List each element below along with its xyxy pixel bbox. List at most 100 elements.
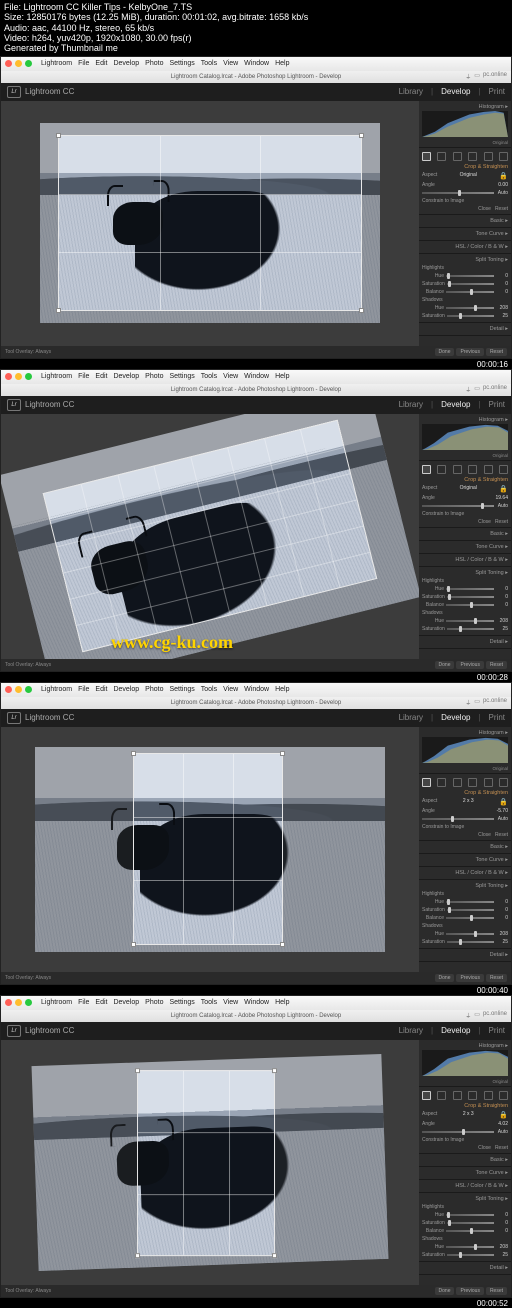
- previous-button[interactable]: Previous: [456, 348, 483, 356]
- constrain-label[interactable]: Constrain to Image: [422, 1137, 464, 1143]
- crop-reset[interactable]: Reset: [495, 832, 508, 838]
- radial-tool-icon[interactable]: [484, 465, 493, 474]
- menu-view[interactable]: View: [223, 686, 238, 693]
- redeye-tool-icon[interactable]: [453, 1091, 462, 1100]
- crop-reset[interactable]: Reset: [495, 206, 508, 212]
- close-window-button[interactable]: [5, 60, 12, 67]
- menu-photo[interactable]: Photo: [145, 60, 163, 67]
- previous-button[interactable]: Previous: [456, 974, 483, 982]
- brush-tool-icon[interactable]: [499, 152, 508, 161]
- menu-edit[interactable]: Edit: [95, 373, 107, 380]
- redeye-tool-icon[interactable]: [453, 778, 462, 787]
- module-develop[interactable]: Develop: [441, 1026, 470, 1035]
- original-link[interactable]: Original: [422, 452, 508, 458]
- crop-tool-icon[interactable]: [422, 465, 431, 474]
- bs[interactable]: [446, 917, 494, 919]
- ss[interactable]: [447, 909, 494, 911]
- menu-tools[interactable]: Tools: [201, 999, 217, 1006]
- menu-develop[interactable]: Develop: [113, 999, 139, 1006]
- module-library[interactable]: Library: [399, 713, 423, 722]
- spot-tool-icon[interactable]: [437, 465, 446, 474]
- menu-lightroom[interactable]: Lightroom: [41, 60, 72, 67]
- menu-settings[interactable]: Settings: [169, 60, 194, 67]
- crop-tool-icon[interactable]: [422, 1091, 431, 1100]
- original-link[interactable]: Original: [422, 1078, 508, 1084]
- close-window-button[interactable]: [5, 686, 12, 693]
- auto-straighten[interactable]: Auto: [496, 1129, 508, 1135]
- ss2[interactable]: [447, 941, 494, 943]
- menu-view[interactable]: View: [223, 60, 238, 67]
- splittoning-header[interactable]: Split Toning ▸: [422, 569, 508, 577]
- auto-straighten[interactable]: Auto: [496, 503, 508, 509]
- constrain-label[interactable]: Constrain to Image: [422, 198, 464, 204]
- menu-edit[interactable]: Edit: [95, 999, 107, 1006]
- brush-tool-icon[interactable]: [499, 1091, 508, 1100]
- crop-overlay[interactable]: [58, 135, 362, 311]
- hs2[interactable]: [446, 1246, 494, 1248]
- histogram-header[interactable]: Histogram ▸: [422, 416, 508, 424]
- tool-overlay-value[interactable]: Always: [35, 349, 51, 355]
- aspect-value[interactable]: 2 x 3: [463, 1111, 474, 1119]
- histogram-header[interactable]: Histogram ▸: [422, 103, 508, 111]
- menu-tools[interactable]: Tools: [201, 60, 217, 67]
- menu-develop[interactable]: Develop: [113, 686, 139, 693]
- detail-header[interactable]: Detail ▸: [422, 325, 508, 333]
- hsl-header[interactable]: HSL / Color / B & W ▸: [422, 869, 508, 877]
- canvas-area[interactable]: [1, 1040, 419, 1285]
- crop-overlay[interactable]: [133, 753, 283, 945]
- menu-window[interactable]: Window: [244, 60, 269, 67]
- crop-overlay[interactable]: [137, 1070, 275, 1256]
- tonecurve-header[interactable]: Tone Curve ▸: [422, 543, 508, 551]
- histogram-header[interactable]: Histogram ▸: [422, 729, 508, 737]
- reset-button[interactable]: Reset: [486, 1287, 507, 1295]
- angle-slider[interactable]: [422, 1131, 494, 1133]
- crop-close[interactable]: Close: [478, 519, 491, 525]
- menu-help[interactable]: Help: [275, 999, 289, 1006]
- constrain-label[interactable]: Constrain to Image: [422, 824, 464, 830]
- brush-tool-icon[interactable]: [499, 465, 508, 474]
- aspect-lock-icon[interactable]: 🔒: [499, 172, 508, 180]
- radial-tool-icon[interactable]: [484, 778, 493, 787]
- h2-slider[interactable]: [446, 620, 494, 622]
- reset-button[interactable]: Reset: [486, 661, 507, 669]
- menu-settings[interactable]: Settings: [169, 999, 194, 1006]
- gradient-tool-icon[interactable]: [468, 778, 477, 787]
- module-library[interactable]: Library: [399, 87, 423, 96]
- h-slider[interactable]: [446, 588, 494, 590]
- sat2-slider[interactable]: [447, 315, 494, 317]
- menu-view[interactable]: View: [223, 373, 238, 380]
- angle-slider[interactable]: [422, 818, 494, 820]
- spot-tool-icon[interactable]: [437, 778, 446, 787]
- s-slider[interactable]: [447, 596, 494, 598]
- canvas-area[interactable]: [1, 101, 419, 346]
- minimize-window-button[interactable]: [15, 999, 22, 1006]
- close-window-button[interactable]: [5, 999, 12, 1006]
- close-window-button[interactable]: [5, 373, 12, 380]
- done-button[interactable]: Done: [435, 348, 455, 356]
- crop-close[interactable]: Close: [478, 1145, 491, 1151]
- hue-slider[interactable]: [446, 275, 494, 277]
- basic-header[interactable]: Basic ▸: [422, 530, 508, 538]
- minimize-window-button[interactable]: [15, 60, 22, 67]
- menu-window[interactable]: Window: [244, 373, 269, 380]
- menu-develop[interactable]: Develop: [113, 60, 139, 67]
- zoom-window-button[interactable]: [25, 999, 32, 1006]
- zoom-window-button[interactable]: [25, 60, 32, 67]
- angle-value[interactable]: -5.70: [497, 808, 508, 814]
- module-library[interactable]: Library: [399, 400, 423, 409]
- menu-file[interactable]: File: [78, 373, 89, 380]
- module-develop[interactable]: Develop: [441, 400, 470, 409]
- angle-slider[interactable]: [422, 505, 494, 507]
- menu-lightroom[interactable]: Lightroom: [41, 686, 72, 693]
- menu-help[interactable]: Help: [275, 373, 289, 380]
- constrain-label[interactable]: Constrain to Image: [422, 511, 464, 517]
- gradient-tool-icon[interactable]: [468, 152, 477, 161]
- hsl-header[interactable]: HSL / Color / B & W ▸: [422, 243, 508, 251]
- minimize-window-button[interactable]: [15, 373, 22, 380]
- minimize-window-button[interactable]: [15, 686, 22, 693]
- module-print[interactable]: Print: [489, 400, 505, 409]
- crop-tool-icon[interactable]: [422, 778, 431, 787]
- module-print[interactable]: Print: [489, 713, 505, 722]
- menu-window[interactable]: Window: [244, 686, 269, 693]
- reset-button[interactable]: Reset: [486, 974, 507, 982]
